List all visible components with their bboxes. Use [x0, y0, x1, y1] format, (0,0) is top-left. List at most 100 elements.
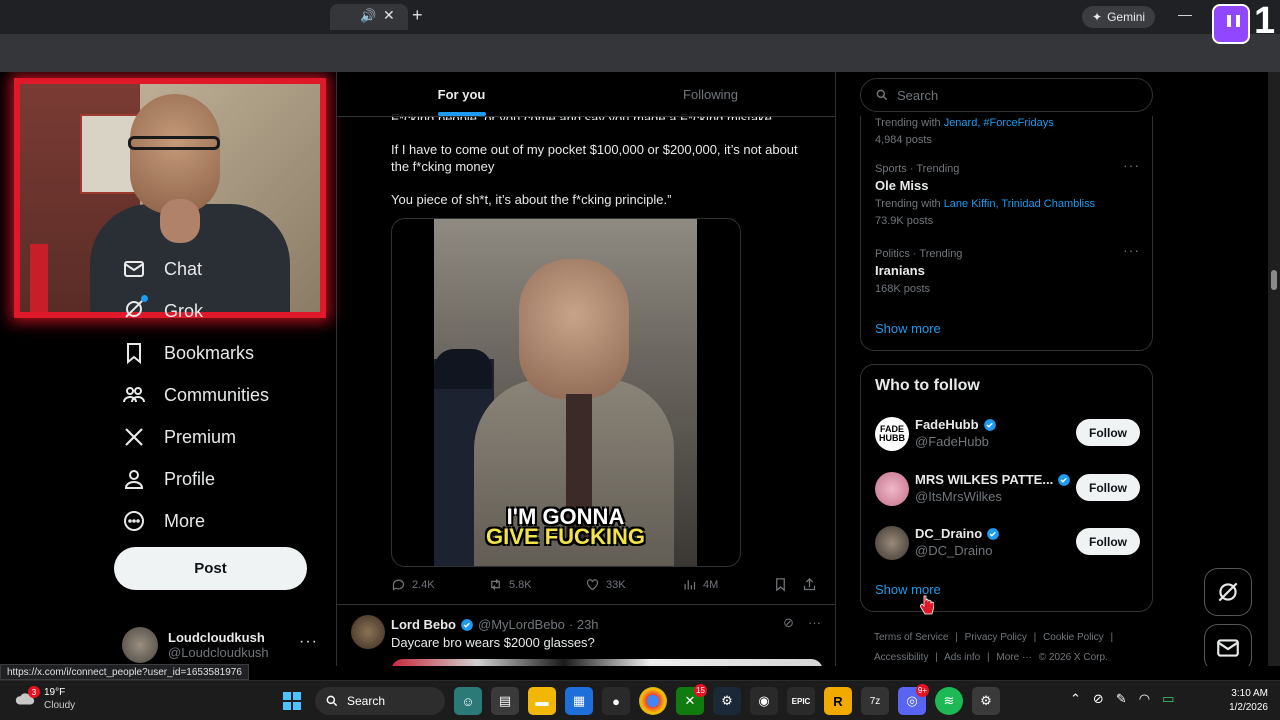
- x-page: Chat Grok Bookmarks Communities Premium …: [0, 72, 1280, 666]
- clock[interactable]: 3:10 AM 1/2/2026: [1214, 687, 1268, 715]
- more-dots-icon[interactable]: ···: [299, 633, 318, 651]
- grok-icon[interactable]: ⊘: [783, 615, 794, 631]
- trend-item[interactable]: Politics · Trending Iranians 168K posts …: [875, 242, 1140, 295]
- communities-icon: [123, 387, 145, 403]
- battery-icon[interactable]: ▭: [1162, 691, 1174, 707]
- media-app-icon[interactable]: ●: [602, 687, 630, 715]
- trend-posts: 168K posts: [875, 283, 931, 295]
- repost-icon: [491, 579, 500, 590]
- file-explorer-icon[interactable]: ▬: [528, 687, 556, 715]
- nav-item-grok[interactable]: Grok: [112, 290, 332, 332]
- like-button[interactable]: 33K: [585, 577, 682, 592]
- epic-games-icon[interactable]: EPIC: [787, 687, 815, 715]
- grok-float-button[interactable]: [1204, 568, 1252, 616]
- follow-button[interactable]: Follow: [1076, 474, 1140, 501]
- footer-separator: |: [935, 652, 938, 663]
- tweet-image[interactable]: [391, 659, 823, 666]
- more-dots-icon[interactable]: ···: [808, 615, 821, 631]
- verified-badge-icon: [1058, 473, 1071, 486]
- spotify-icon[interactable]: ≋: [935, 687, 963, 715]
- task-view-icon[interactable]: ▤: [491, 687, 519, 715]
- tweet[interactable]: Lord Bebo @MyLordBebo · 23h ⊘ ··· Daycar…: [337, 604, 835, 666]
- tweet-video[interactable]: I'M GONNA GIVE FUCKING: [391, 218, 741, 567]
- nav-item-more[interactable]: More: [112, 500, 332, 542]
- account-handle: @Loudcloudkush: [168, 645, 269, 660]
- xbox-icon[interactable]: ✕ 15: [676, 684, 707, 715]
- start-button[interactable]: [278, 687, 306, 715]
- avatar[interactable]: FADE HUBB: [875, 417, 909, 451]
- trend-with-links[interactable]: Jenard, #ForceFridays: [944, 117, 1054, 129]
- verified-badge-icon: [983, 418, 996, 431]
- avatar[interactable]: [875, 472, 909, 506]
- gemini-button[interactable]: ✦ Gemini: [1082, 6, 1156, 28]
- tab-for-you[interactable]: For you: [337, 72, 586, 116]
- show-more-trends-link[interactable]: Show more: [875, 321, 941, 336]
- search-input[interactable]: Search: [860, 78, 1153, 112]
- follow-suggestion[interactable]: MRS WILKES PATTE... @ItsMrsWilkes Follow: [875, 470, 1140, 510]
- follow-suggestion[interactable]: FADE HUBB FadeHubb @FadeHubb Follow: [875, 415, 1140, 455]
- view-count: 4M: [703, 578, 719, 591]
- trend-item[interactable]: Sports · Trending Ole Miss Trending with…: [875, 157, 1140, 227]
- footer-link-terms[interactable]: Terms of Service: [874, 632, 948, 643]
- tweet-author-name[interactable]: Lord Bebo: [391, 617, 456, 632]
- nav-label-communities: Communities: [164, 384, 270, 405]
- tweet-time[interactable]: · 23h: [569, 617, 599, 632]
- pen-icon[interactable]: ✎: [1116, 691, 1127, 707]
- weather-widget[interactable]: 3 19°F Cloudy: [14, 686, 75, 712]
- share-icon[interactable]: [802, 577, 817, 592]
- nav-item-profile[interactable]: Profile: [112, 458, 332, 500]
- footer-link-more[interactable]: More ···: [996, 652, 1032, 663]
- close-tab-icon[interactable]: ✕: [383, 7, 395, 24]
- footer-link-cookie[interactable]: Cookie Policy: [1043, 632, 1104, 643]
- nav-item-bookmarks[interactable]: Bookmarks: [112, 332, 332, 374]
- trend-item[interactable]: Trending with Jenard, #ForceFridays 4,98…: [875, 112, 1140, 146]
- taskbar-search[interactable]: Search: [315, 687, 445, 715]
- reply-button[interactable]: 2.4K: [391, 577, 488, 592]
- avatar[interactable]: [875, 526, 909, 560]
- page-scrollbar[interactable]: [1268, 72, 1280, 666]
- discord-icon[interactable]: ◎ 9+: [898, 684, 929, 715]
- minimize-icon[interactable]: —: [1178, 6, 1192, 22]
- speaker-icon[interactable]: 🔊: [360, 8, 376, 24]
- 7zip-icon[interactable]: 7z: [861, 687, 889, 715]
- messages-float-button[interactable]: [1204, 624, 1252, 666]
- grok-icon: [125, 299, 143, 318]
- follow-button[interactable]: Follow: [1076, 419, 1140, 446]
- tab-following[interactable]: Following: [586, 72, 835, 116]
- bookmark-icon[interactable]: [773, 577, 788, 592]
- trend-meta: Politics · Trending: [875, 248, 963, 260]
- chrome-icon[interactable]: [639, 687, 667, 715]
- obs-icon[interactable]: ◉: [750, 687, 778, 715]
- more-dots-icon[interactable]: ···: [1123, 242, 1140, 258]
- footer-link-accessibility[interactable]: Accessibility: [874, 652, 928, 663]
- tweet-author-handle[interactable]: @MyLordBebo: [478, 617, 565, 632]
- views-button[interactable]: 4M: [682, 577, 779, 592]
- trend-with-links[interactable]: Lane Kiffin, Trinidad Chambliss: [944, 198, 1095, 210]
- network-off-icon[interactable]: ⊘: [1093, 691, 1104, 707]
- post-button[interactable]: Post: [114, 547, 307, 590]
- rockstar-icon[interactable]: R: [824, 687, 852, 715]
- footer-link-privacy[interactable]: Privacy Policy: [965, 632, 1027, 643]
- verified-badge-icon: [987, 527, 1000, 540]
- steam-icon[interactable]: ⚙: [713, 687, 741, 715]
- new-tab-icon[interactable]: +: [412, 5, 423, 26]
- nav-item-chat[interactable]: Chat: [112, 248, 332, 290]
- taskbar-app-icon[interactable]: ☺: [454, 687, 482, 715]
- settings-gear-icon[interactable]: ⚙: [972, 687, 1000, 715]
- trend-meta: Sports · Trending: [875, 163, 960, 175]
- repost-button[interactable]: 5.8K: [488, 577, 585, 592]
- footer-links: Terms of Service | Privacy Policy | Cook…: [874, 628, 1144, 666]
- store-icon[interactable]: ▦: [565, 687, 593, 715]
- wifi-icon[interactable]: ◠: [1139, 691, 1150, 707]
- chevron-up-icon[interactable]: ⌃: [1070, 691, 1081, 707]
- more-dots-icon[interactable]: ···: [1123, 157, 1140, 173]
- follow-button[interactable]: Follow: [1076, 528, 1140, 555]
- account-switcher[interactable]: Loudcloudkush @Loudcloudkush ···: [122, 625, 332, 665]
- scroll-thumb[interactable]: [1271, 270, 1277, 290]
- nav-item-premium[interactable]: Premium: [112, 416, 332, 458]
- follow-suggestion[interactable]: DC_Draino @DC_Draino Follow: [875, 524, 1140, 564]
- nav-item-communities[interactable]: Communities: [112, 374, 332, 416]
- trend-title: Ole Miss: [875, 178, 929, 193]
- avatar[interactable]: [351, 615, 385, 649]
- footer-link-ads-info[interactable]: Ads info: [944, 652, 980, 663]
